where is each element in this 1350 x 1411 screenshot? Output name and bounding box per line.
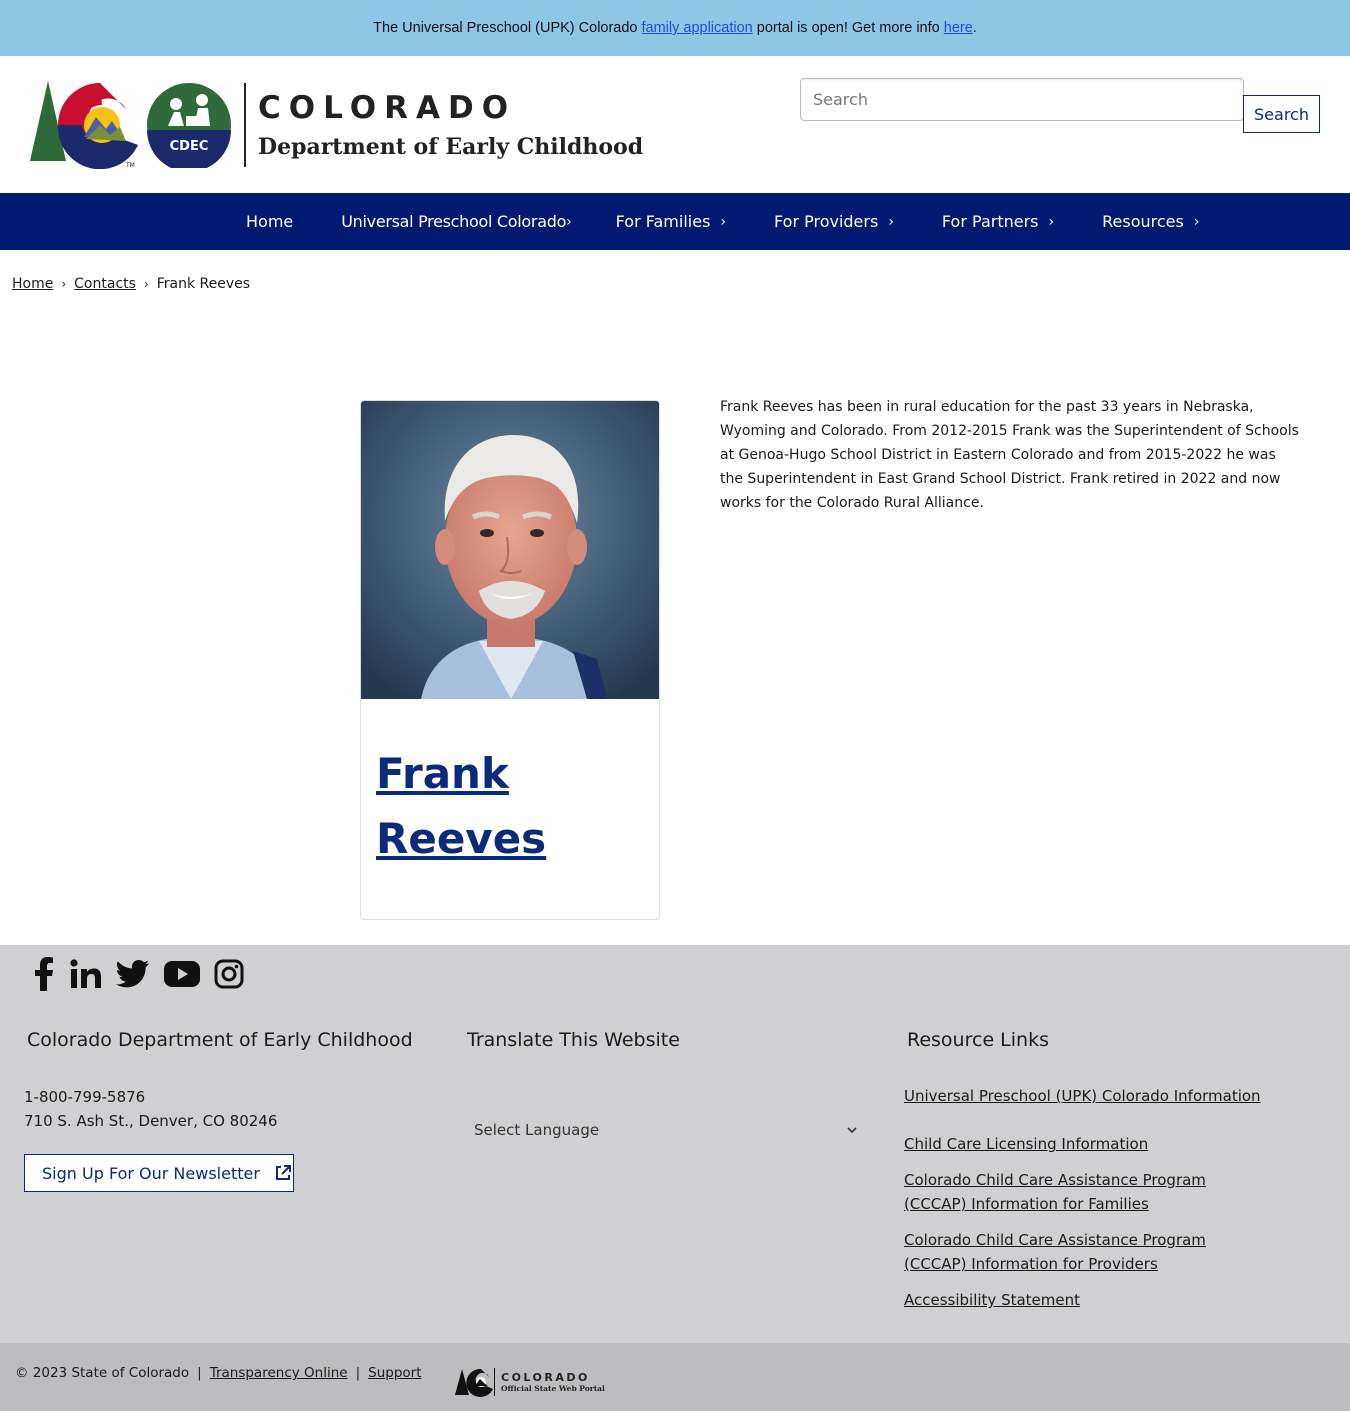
separator: | xyxy=(197,1365,202,1381)
cdec-badge-logo-icon: CDEC xyxy=(147,83,231,168)
portal-subtitle-text: Official State Web Portal xyxy=(501,1383,605,1393)
alert-text-prefix: The Universal Preschool (UPK) Colorado xyxy=(373,20,638,36)
resource-link-cccap-providers[interactable]: Colorado Child Care Assistance Program (… xyxy=(904,1228,1264,1276)
youtube-icon[interactable] xyxy=(164,961,214,991)
alert-here-link[interactable]: here xyxy=(944,20,973,36)
site-footer: Colorado Department of Early Childhood 1… xyxy=(0,945,1350,1343)
copyright-line: © 2023 State of Colorado | Transparency … xyxy=(15,1365,422,1381)
nav-item-for-partners[interactable]: For Partners › xyxy=(918,193,1078,250)
bottom-bar: © 2023 State of Colorado | Transparency … xyxy=(0,1343,1350,1411)
footer-col-resources-title: Resource Links xyxy=(907,1029,1049,1051)
nav-menu: Home Universal Preschool Colorado › For … xyxy=(222,193,1223,250)
resource-link-licensing[interactable]: Child Care Licensing Information xyxy=(904,1132,1284,1156)
breadcrumb-home-link[interactable]: Home xyxy=(12,276,53,292)
linkedin-icon[interactable] xyxy=(70,959,116,993)
resource-link-cccap-families[interactable]: Colorado Child Care Assistance Program (… xyxy=(904,1168,1264,1216)
nav-item-for-providers[interactable]: For Providers › xyxy=(750,193,918,250)
chevron-down-icon xyxy=(847,1127,857,1134)
nav-item-resources[interactable]: Resources › xyxy=(1078,193,1223,250)
newsletter-label: Sign Up For Our Newsletter xyxy=(42,1163,260,1183)
nav-item-label: For Providers xyxy=(774,212,879,231)
logo-divider xyxy=(244,83,246,167)
search-input[interactable] xyxy=(800,78,1244,121)
logo-wordmark: COLORADO Department of Early Childhood xyxy=(258,90,643,160)
breadcrumb: Home › Contacts › Frank Reeves xyxy=(12,276,250,292)
contact-portrait-photo xyxy=(361,401,659,699)
colorado-portal-logo-icon xyxy=(455,1368,495,1397)
logo-colorado-text: COLORADO xyxy=(258,90,517,126)
portal-colorado-text: COLORADO xyxy=(501,1370,590,1384)
footer-col-translate-title: Translate This Website xyxy=(467,1029,680,1051)
copyright-text: © 2023 State of Colorado xyxy=(15,1365,190,1381)
instagram-icon[interactable] xyxy=(214,959,258,993)
resource-link-accessibility[interactable]: Accessibility Statement xyxy=(904,1288,1284,1312)
facebook-icon[interactable] xyxy=(32,957,70,995)
contact-card: Frank Reeves xyxy=(360,400,660,920)
contact-name-link[interactable]: Frank Reeves xyxy=(376,741,636,871)
language-select-value: Select Language xyxy=(474,1121,600,1139)
chevron-right-icon: › xyxy=(1193,213,1200,230)
nav-item-label: Home xyxy=(246,212,294,231)
language-select[interactable]: Select Language xyxy=(466,1115,866,1145)
footer-phone: 1-800-799-5876 xyxy=(24,1088,146,1106)
breadcrumb-chevron-icon: › xyxy=(61,277,67,291)
resource-link-upk[interactable]: Universal Preschool (UPK) Colorado Infor… xyxy=(904,1084,1284,1108)
external-link-icon xyxy=(275,1165,291,1180)
alert-banner: The Universal Preschool (UPK) Colorado f… xyxy=(0,0,1350,56)
chevron-right-icon: › xyxy=(888,213,894,230)
nav-item-universal-preschool[interactable]: Universal Preschool Colorado › xyxy=(317,193,591,250)
footer-col-department-title: Colorado Department of Early Childhood xyxy=(27,1029,413,1051)
chevron-right-icon: › xyxy=(720,213,727,230)
newsletter-signup-button[interactable]: Sign Up For Our Newsletter xyxy=(24,1154,294,1192)
colorado-c-logo-icon: TM xyxy=(30,81,138,169)
chevron-right-icon: › xyxy=(566,213,572,230)
nav-item-label: For Families xyxy=(615,212,711,231)
chevron-right-icon: › xyxy=(1048,213,1055,230)
support-link[interactable]: Support xyxy=(368,1365,421,1381)
nav-item-label: Resources xyxy=(1102,212,1184,231)
cdec-badge-text: CDEC xyxy=(170,139,209,154)
nav-item-home[interactable]: Home xyxy=(222,193,317,250)
nav-item-label: Universal Preschool Colorado xyxy=(341,212,567,231)
search-button[interactable]: Search xyxy=(1243,95,1320,133)
svg-text:TM: TM xyxy=(125,162,135,169)
breadcrumb-chevron-icon: › xyxy=(143,277,149,291)
breadcrumb-contacts-link[interactable]: Contacts xyxy=(74,276,136,292)
alert-text-middle: portal is open! Get more info xyxy=(752,20,944,36)
social-links xyxy=(32,957,258,995)
footer-contact-info: 1-800-799-5876 710 S. Ash St., Denver, C… xyxy=(24,1085,277,1133)
breadcrumb-current: Frank Reeves xyxy=(156,276,251,292)
portal-wordmark: COLORADO Official State Web Portal xyxy=(501,1371,605,1394)
transparency-online-link[interactable]: Transparency Online xyxy=(210,1365,348,1381)
logo-department-text: Department of Early Childhood xyxy=(258,134,644,160)
home-logo-link[interactable]: TM CDEC COLORADO Department of Early Chi… xyxy=(30,80,643,170)
contact-bio: Frank Reeves has been in rural education… xyxy=(720,399,1299,511)
alert-text-suffix: . xyxy=(972,20,977,36)
separator: | xyxy=(355,1365,361,1381)
family-application-link[interactable]: family application xyxy=(642,20,753,36)
twitter-icon[interactable] xyxy=(115,960,164,992)
nav-item-label: For Partners xyxy=(941,212,1039,231)
nav-item-for-families[interactable]: For Families › xyxy=(592,193,750,250)
main-navigation: Home Universal Preschool Colorado › For … xyxy=(0,193,1350,250)
state-portal-logo-link[interactable]: COLORADO Official State Web Portal xyxy=(455,1367,605,1397)
site-header: TM CDEC COLORADO Department of Early Chi… xyxy=(0,56,1350,193)
footer-address: 710 S. Ash St., Denver, CO 80246 xyxy=(24,1112,278,1130)
